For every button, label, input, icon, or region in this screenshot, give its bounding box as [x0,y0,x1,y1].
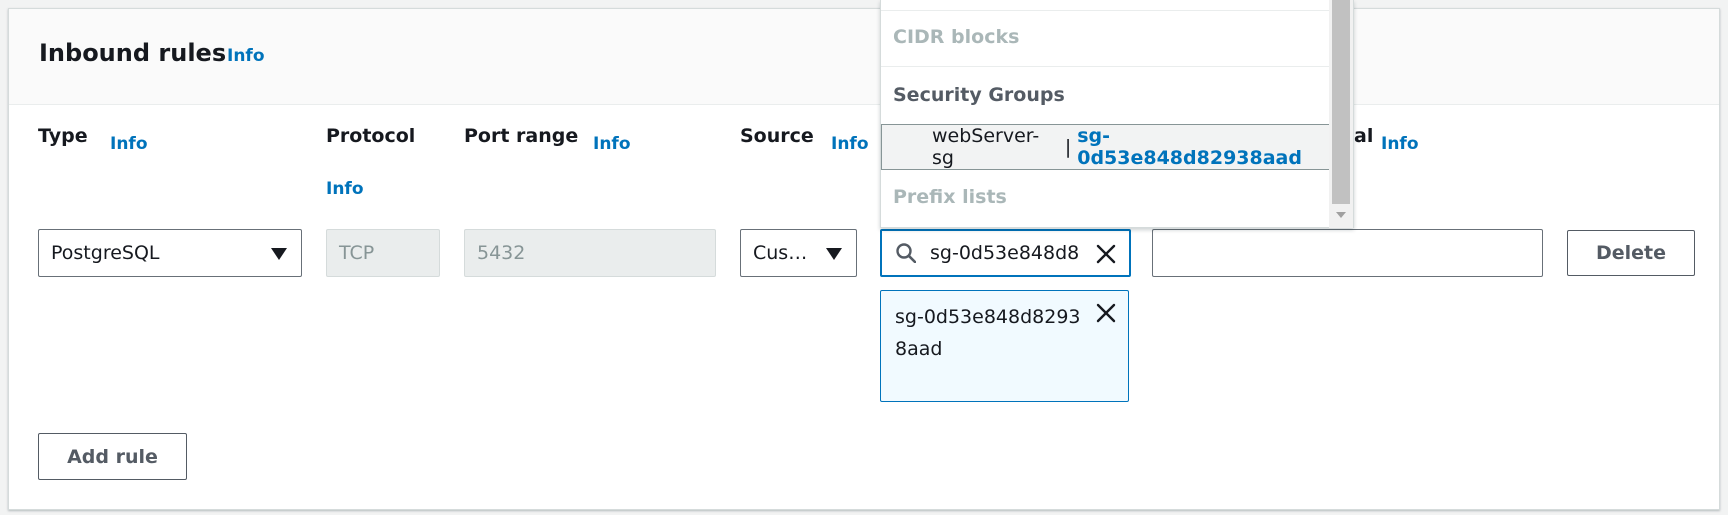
delete-button[interactable]: Delete [1567,230,1695,276]
source-token-value: sg-0d53e848d82938aad [895,306,1081,360]
port-range-field: 5432 [464,229,716,277]
source-dropdown: CIDR blocks Security Groups webServer-sg… [880,0,1354,228]
close-icon[interactable] [1094,301,1118,325]
dropdown-divider [881,10,1331,11]
source-label: Source [740,125,814,147]
dropdown-option-security-group[interactable]: webServer-sg | sg-0d53e848d82938aad [881,124,1331,170]
description-input[interactable] [1152,229,1543,277]
protocol-value: TCP [339,242,375,264]
add-rule-button[interactable]: Add rule [38,433,187,480]
dropdown-scrollbar[interactable] [1329,0,1353,228]
panel-header: Inbound rules Info [9,9,1719,105]
source-info-link[interactable]: Info [831,134,869,154]
port-range-label: Port range [464,125,579,147]
scrollbar-thumb[interactable] [1332,0,1350,204]
type-info-link[interactable]: Info [110,134,148,154]
source-type-value: Cus… [753,242,808,264]
source-search-input[interactable]: sg-0d53e848d8 [880,229,1131,277]
description-label-fragment: al [1354,125,1374,147]
caret-down-icon [826,248,842,260]
search-icon [896,243,916,263]
page-title: Inbound rules [39,39,227,67]
source-token: sg-0d53e848d82938aad [880,290,1129,402]
option-sg-name: webServer-sg [932,125,1040,169]
dropdown-group-security-groups: Security Groups [893,84,1065,106]
source-type-select[interactable]: Cus… [740,229,857,277]
source-search-value: sg-0d53e848d8 [930,242,1080,264]
title-info-link[interactable]: Info [227,46,265,66]
type-label: Type [38,125,88,147]
protocol-label: Protocol [326,125,416,147]
type-select[interactable]: PostgreSQL [38,229,302,277]
protocol-info-link[interactable]: Info [326,179,364,199]
dropdown-group-prefix-lists: Prefix lists [893,186,1007,208]
option-separator: | [1064,136,1072,158]
protocol-field: TCP [326,229,440,277]
type-select-value: PostgreSQL [51,242,160,264]
dropdown-group-cidr: CIDR blocks [893,26,1020,48]
scroll-down-arrow-icon[interactable] [1336,212,1346,218]
port-range-info-link[interactable]: Info [593,134,631,154]
port-range-value: 5432 [477,242,526,264]
caret-down-icon [271,248,287,260]
description-info-link[interactable]: Info [1381,134,1419,154]
option-sg-id: sg-0d53e848d82938aad [1077,125,1302,169]
dropdown-divider [881,66,1331,67]
close-icon[interactable] [1095,243,1117,265]
